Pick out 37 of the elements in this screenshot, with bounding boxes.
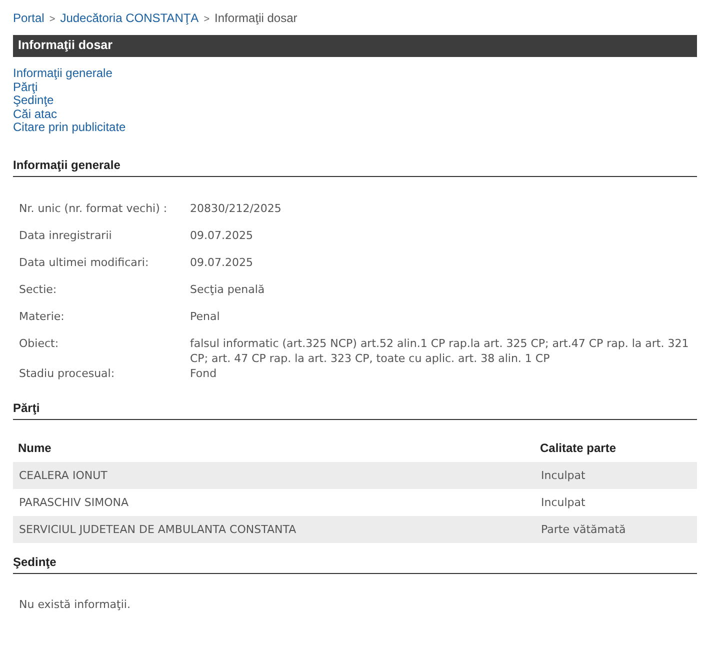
field-value: 20830/212/2025 (190, 200, 282, 216)
section-heading: Informaţii generale (13, 158, 697, 176)
breadcrumb-link[interactable]: Portal (13, 11, 44, 25)
section-heading: Şedinţe (13, 554, 697, 574)
column-header: Calitate parte (539, 440, 618, 456)
field-label: Sectie: (19, 282, 58, 298)
field-value: Fond (190, 366, 218, 382)
section-link[interactable]: Şedinţe (13, 94, 54, 108)
field-label: Obiect: (19, 336, 60, 352)
breadcrumb-current: Informaţii dosar (214, 11, 298, 25)
field-value: 09.07.2025 (190, 254, 254, 270)
field-value: Secţia penală (190, 282, 266, 298)
section-heading: Părţi (13, 400, 697, 420)
table-cell: Inculpat (535, 488, 697, 516)
empty-message: Nu există informaţii. (18, 598, 132, 610)
field-value: 09.07.2025 (190, 228, 254, 244)
field-label: Data ultimei modificari: (19, 254, 150, 270)
breadcrumb-separator: > (204, 14, 210, 25)
section-link[interactable]: Citare prin publicitate (13, 121, 126, 134)
section-link[interactable]: Informaţii generale (13, 67, 112, 80)
field-label: Stadiu procesual: (19, 366, 116, 382)
breadcrumb-separator: > (49, 14, 56, 25)
column-header: Nume (17, 440, 52, 456)
field-value: Penal (190, 308, 221, 324)
field-label: Nr. unic (nr. format vechi) : (19, 200, 168, 216)
breadcrumb-link[interactable]: Judecătoria CONSTANŢA (60, 11, 199, 25)
section-link[interactable]: Căi atac (13, 108, 58, 121)
table-cell: Parte vătămată (535, 516, 697, 542)
section-link[interactable]: Părţi (13, 80, 38, 94)
page-title-bar: Informaţii dosar (13, 35, 697, 57)
table-cell: CEALERA IONUT (13, 462, 535, 488)
table-cell: SERVICIUL JUDETEAN DE AMBULANTA CONSTANTA (13, 516, 535, 542)
field-label: Data inregistrarii (19, 228, 113, 244)
field-label: Materie: (19, 308, 66, 324)
table-cell: PARASCHIV SIMONA (13, 488, 535, 516)
table-cell: Inculpat (535, 462, 697, 488)
field-value: falsul informatic (art.325 NCP) art.52 alin.1 CP rap.la art. 325 CP; art.47 CP rap. la art. 321 CP; art. 47 CP rap. la art. 323 CP, toate cu aplic. art. 38 alin. 1 CP (190, 336, 690, 366)
